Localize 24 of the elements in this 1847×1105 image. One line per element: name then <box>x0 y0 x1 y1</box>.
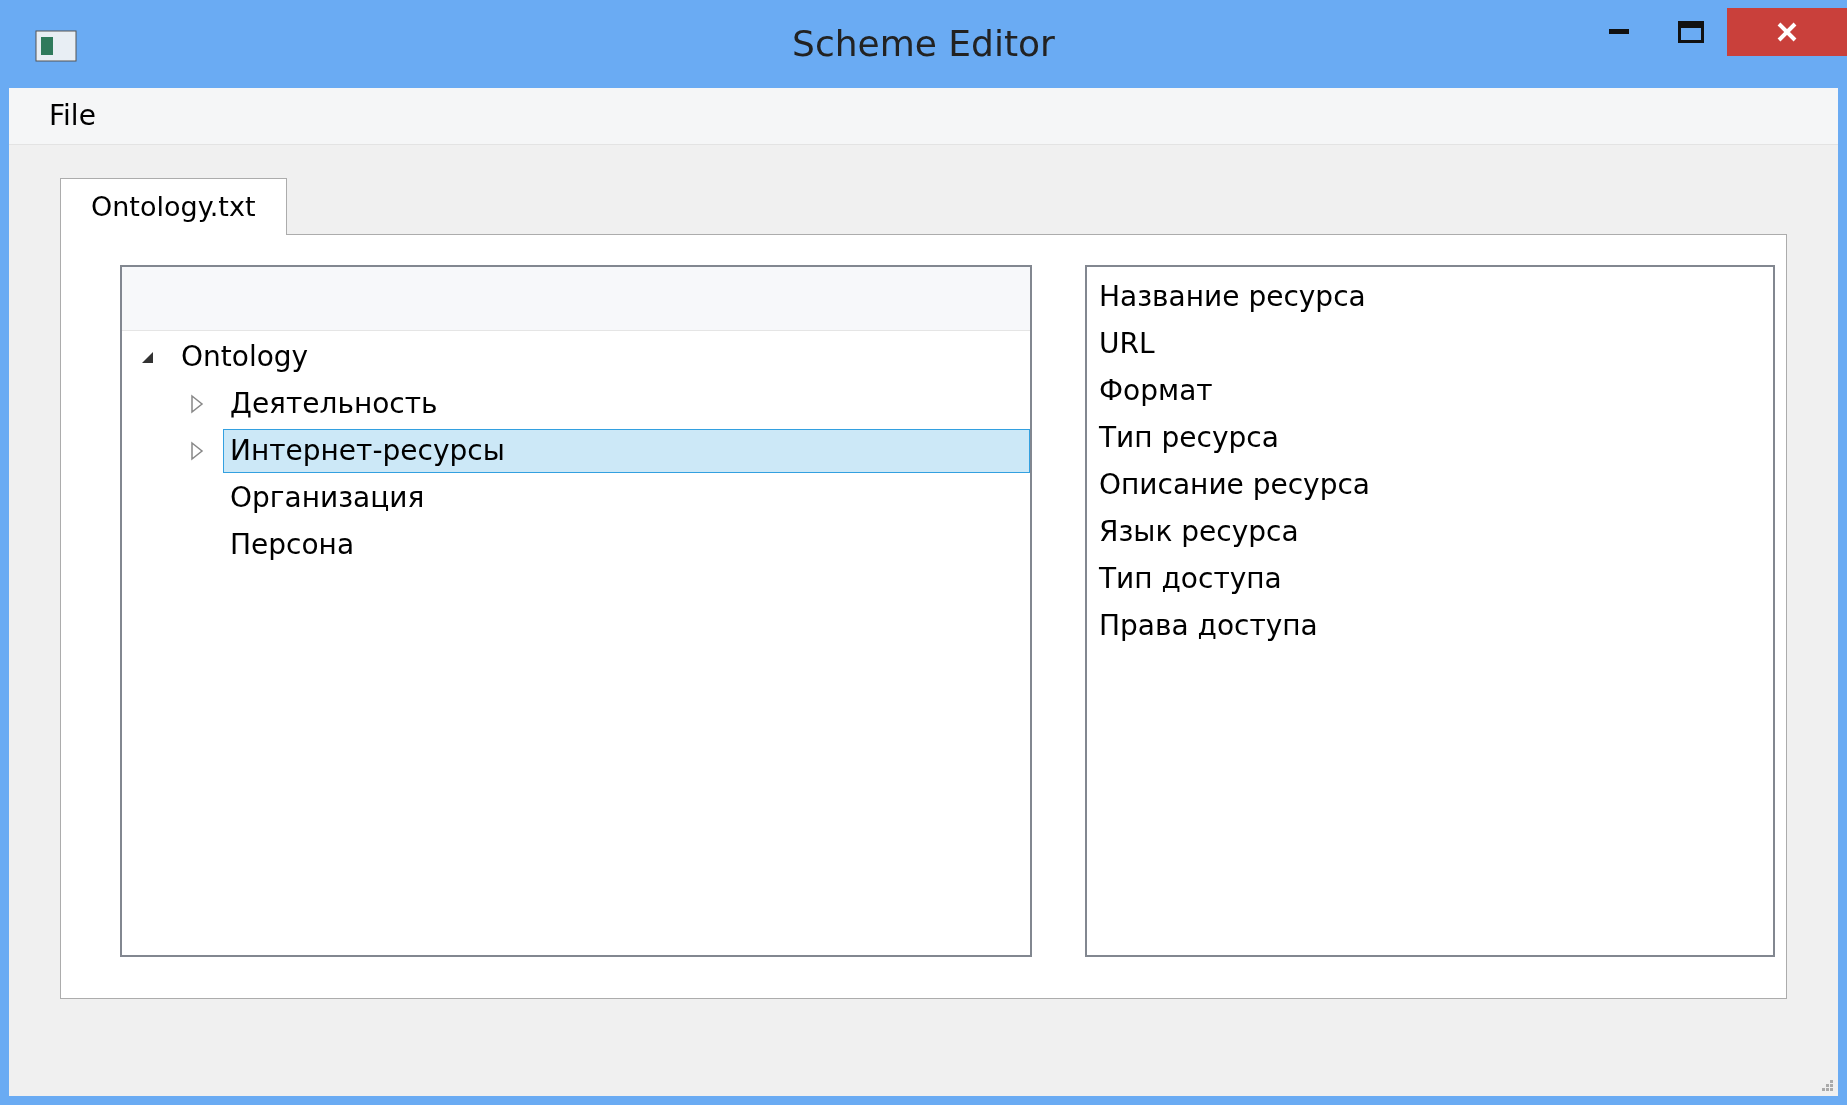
tree-item[interactable]: Деятельность <box>223 381 445 426</box>
list-item[interactable]: Язык ресурса <box>1099 508 1773 555</box>
expand-arrow-icon[interactable] <box>189 393 205 414</box>
close-button[interactable] <box>1727 8 1847 56</box>
tree-item[interactable]: Организация <box>223 475 432 520</box>
maximize-icon <box>1678 21 1704 43</box>
expand-arrow-icon[interactable] <box>189 440 205 461</box>
tree-item[interactable]: Интернет-ресурсы <box>223 428 1030 473</box>
list-item[interactable]: Название ресурса <box>1099 273 1773 320</box>
list-item[interactable]: Формат <box>1099 367 1773 414</box>
app-icon <box>35 30 77 62</box>
list-item[interactable]: URL <box>1099 320 1773 367</box>
minimize-icon <box>1609 29 1629 35</box>
window-title: Scheme Editor <box>792 22 1055 66</box>
list-item[interactable]: Тип ресурса <box>1099 414 1773 461</box>
resize-grip-icon <box>1820 1078 1834 1092</box>
menu-item[interactable]: File <box>49 95 96 137</box>
tab[interactable]: Ontology.txt <box>60 178 287 235</box>
close-icon <box>1776 21 1798 43</box>
tree-item[interactable]: Персона <box>223 522 362 567</box>
list-item[interactable]: Права доступа <box>1099 602 1773 649</box>
list-item[interactable]: Тип доступа <box>1099 555 1773 602</box>
list-item[interactable]: Описание ресурса <box>1099 461 1773 508</box>
tree-item[interactable]: Ontology <box>174 334 316 379</box>
